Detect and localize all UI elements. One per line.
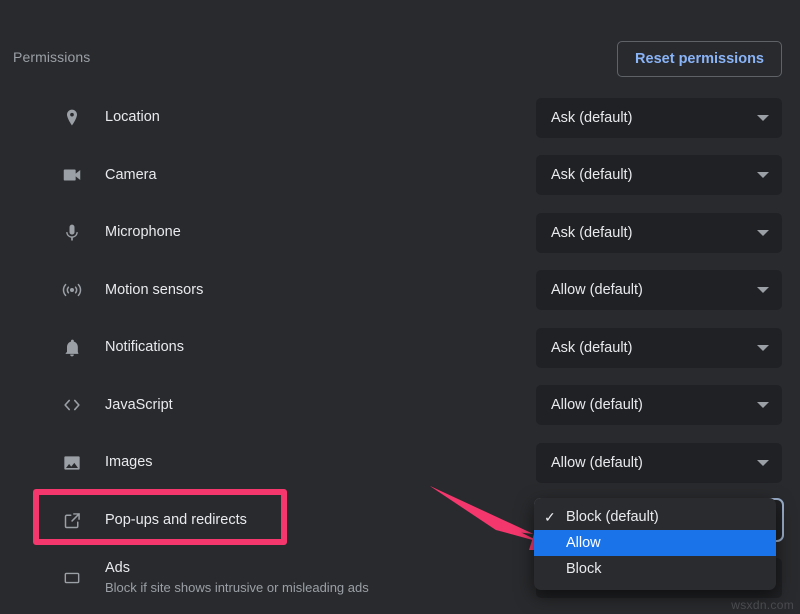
permission-select-value: Allow (default) — [551, 282, 757, 298]
permission-row-text: Pop-ups and redirects — [105, 511, 247, 530]
permission-row-left: Notifications — [0, 319, 184, 377]
permission-row[interactable]: Notifications Ask (default) — [0, 319, 800, 377]
permission-label: Notifications — [105, 338, 184, 357]
permission-label: JavaScript — [105, 396, 173, 415]
permission-label: Ads — [105, 559, 369, 578]
dropdown-option[interactable]: Allow — [534, 530, 776, 556]
permission-label: Pop-ups and redirects — [105, 511, 247, 530]
permission-row-left: Images — [0, 434, 153, 492]
dropdown-option[interactable]: ✓Block (default) — [534, 504, 776, 530]
permission-row-left: Pop-ups and redirects — [0, 492, 247, 550]
permission-row-text: Camera — [105, 166, 157, 185]
chevron-down-icon — [757, 460, 769, 466]
permission-row-left: Motion sensors — [0, 262, 203, 320]
chevron-down-icon — [757, 402, 769, 408]
permission-select-value: Allow (default) — [551, 397, 757, 413]
permission-select[interactable]: Ask (default) — [536, 98, 782, 138]
ads-box-icon — [60, 566, 84, 590]
dropdown-option-label: Allow — [566, 535, 776, 551]
permission-label: Images — [105, 453, 153, 472]
code-brackets-icon — [60, 393, 84, 417]
permission-select-value: Ask (default) — [551, 225, 757, 241]
permission-select[interactable]: Allow (default) — [536, 270, 782, 310]
permission-dropdown-menu[interactable]: ✓Block (default) Allow Block — [534, 498, 776, 590]
external-link-icon — [60, 508, 84, 532]
permission-row-text: Notifications — [105, 338, 184, 357]
permission-select[interactable]: Allow (default) — [536, 443, 782, 483]
reset-permissions-button[interactable]: Reset permissions — [617, 41, 782, 77]
chevron-down-icon — [757, 230, 769, 236]
permission-row-text: Motion sensors — [105, 281, 203, 300]
permission-row[interactable]: Camera Ask (default) — [0, 147, 800, 205]
permission-select-value: Ask (default) — [551, 167, 757, 183]
microphone-icon — [60, 221, 84, 245]
permission-select-value: Ask (default) — [551, 340, 757, 356]
permission-row-text: JavaScript — [105, 396, 173, 415]
permission-select[interactable]: Allow (default) — [536, 385, 782, 425]
location-pin-icon — [60, 106, 84, 130]
motion-sensors-icon — [60, 278, 84, 302]
bell-icon — [60, 336, 84, 360]
permission-row-text: Images — [105, 453, 153, 472]
permission-row-text: Microphone — [105, 223, 181, 242]
permission-label: Camera — [105, 166, 157, 185]
permission-select[interactable]: Ask (default) — [536, 155, 782, 195]
dropdown-option[interactable]: Block — [534, 556, 776, 582]
permission-label: Motion sensors — [105, 281, 203, 300]
chevron-down-icon — [757, 115, 769, 121]
permission-label: Location — [105, 108, 160, 127]
permission-row-left: Camera — [0, 147, 157, 205]
check-icon: ✓ — [544, 510, 566, 524]
permission-row-left: AdsBlock if site shows intrusive or misl… — [0, 549, 369, 607]
page-title: Permissions — [13, 48, 90, 66]
permission-row[interactable]: Images Allow (default) — [0, 434, 800, 492]
permission-select-value: Ask (default) — [551, 110, 757, 126]
permission-row-left: Microphone — [0, 204, 181, 262]
permission-label: Microphone — [105, 223, 181, 242]
image-icon — [60, 451, 84, 475]
permissions-page: Permissions Reset permissions Location As… — [0, 0, 800, 614]
permission-select[interactable]: Ask (default) — [536, 213, 782, 253]
permission-row[interactable]: Microphone Ask (default) — [0, 204, 800, 262]
permission-row[interactable]: Location Ask (default) — [0, 89, 800, 147]
dropdown-option-label: Block (default) — [566, 509, 776, 525]
permission-row[interactable]: Motion sensors Allow (default) — [0, 262, 800, 320]
chevron-down-icon — [757, 172, 769, 178]
permission-subtitle: Block if site shows intrusive or mislead… — [105, 579, 369, 597]
permission-row-left: Location — [0, 89, 160, 147]
permission-row-left: JavaScript — [0, 377, 173, 435]
permission-row[interactable]: JavaScript Allow (default) — [0, 377, 800, 435]
chevron-down-icon — [757, 345, 769, 351]
permission-select[interactable]: Ask (default) — [536, 328, 782, 368]
permission-row-text: AdsBlock if site shows intrusive or misl… — [105, 559, 369, 597]
watermark: wsxdn.com — [731, 598, 794, 612]
camera-icon — [60, 163, 84, 187]
permission-select-value: Allow (default) — [551, 455, 757, 471]
chevron-down-icon — [757, 287, 769, 293]
permission-row-text: Location — [105, 108, 160, 127]
dropdown-option-label: Block — [566, 561, 776, 577]
